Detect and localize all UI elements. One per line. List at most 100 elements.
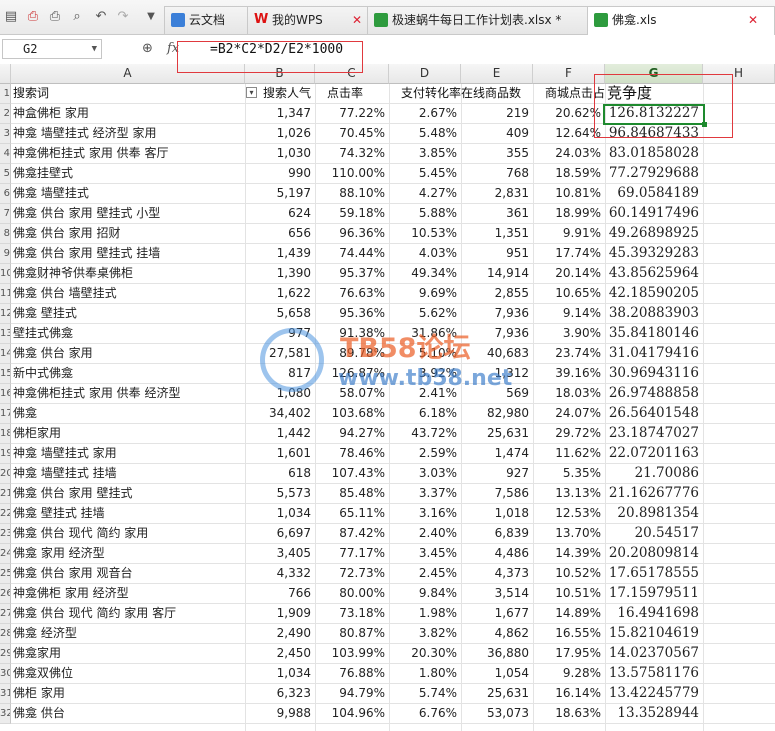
cell-search-popularity[interactable]: 618 (245, 464, 315, 483)
cell-online-products[interactable]: 36,880 (461, 644, 533, 663)
cell-online-products[interactable]: 768 (461, 164, 533, 183)
cell-search-term[interactable]: 神龛 墙壁挂式 挂墙 (13, 464, 245, 483)
cell-conversion-rate[interactable]: 1.80% (389, 664, 461, 683)
cell-competition[interactable]: 42.18590205 (605, 284, 703, 303)
row-header[interactable]: 13 (0, 324, 11, 344)
cell-search-popularity[interactable]: 1,026 (245, 124, 315, 143)
cell-search-popularity[interactable]: 5,658 (245, 304, 315, 323)
cell-search-popularity[interactable]: 817 (245, 364, 315, 383)
cell-mall-click-share[interactable]: 24.07% (533, 404, 605, 423)
cell-conversion-rate[interactable]: 3.92% (389, 364, 461, 383)
cell-online-products[interactable]: 4,373 (461, 564, 533, 583)
cell-search-term[interactable]: 佛龛 壁挂式 挂墙 (13, 504, 245, 523)
cell-search-popularity[interactable]: 1,601 (245, 444, 315, 463)
export-pdf-icon[interactable]: ⎙ (25, 9, 41, 25)
cell-search-term[interactable]: 佛龛挂壁式 (13, 164, 245, 183)
cell-competition[interactable]: 83.01858028 (605, 144, 703, 163)
cell-search-popularity[interactable]: 27,581 (245, 344, 315, 363)
cell-conversion-rate[interactable]: 4.03% (389, 244, 461, 263)
cell-search-popularity[interactable]: 1,347 (245, 104, 315, 123)
cell-mall-click-share[interactable]: 17.74% (533, 244, 605, 263)
cell-click-rate[interactable]: 77.17% (315, 544, 389, 563)
cell-conversion-rate[interactable]: 20.30% (389, 644, 461, 663)
filter-dropdown-icon[interactable]: ▾ (246, 87, 257, 98)
row-header[interactable]: 25 (0, 564, 11, 584)
cell-search-term[interactable]: 佛龛 供台 墙壁挂式 (13, 284, 245, 303)
cell-mall-click-share[interactable]: 5.35% (533, 464, 605, 483)
cell-mall-click-share[interactable]: 9.91% (533, 224, 605, 243)
cell-search-term[interactable]: 壁挂式佛龛 (13, 324, 245, 343)
row-header[interactable]: 16 (0, 384, 11, 404)
row-header[interactable]: 17 (0, 404, 11, 424)
cell-online-products[interactable]: 2,831 (461, 184, 533, 203)
cell-conversion-rate[interactable]: 5.45% (389, 164, 461, 183)
cell-search-popularity[interactable]: 9,988 (245, 704, 315, 723)
cell-search-term[interactable]: 佛龛财神爷供奉桌佛柜 (13, 264, 245, 283)
cell-competition[interactable]: 14.02370567 (605, 644, 703, 663)
cell-click-rate[interactable]: 70.45% (315, 124, 389, 143)
row-header[interactable]: 15 (0, 364, 11, 384)
name-box[interactable]: G2 ▼ (2, 39, 102, 59)
cell-conversion-rate[interactable]: 3.16% (389, 504, 461, 523)
cell-search-popularity[interactable]: 1,909 (245, 604, 315, 623)
cell-search-term[interactable]: 佛龛 供台 家用 壁挂式 小型 (13, 204, 245, 223)
cell-conversion-rate[interactable]: 3.37% (389, 484, 461, 503)
cell-competition[interactable]: 15.82104619 (605, 624, 703, 643)
cell-search-term[interactable]: 佛龛 供台 家用 壁挂式 (13, 484, 245, 503)
cell-online-products[interactable]: 14,914 (461, 264, 533, 283)
cell-conversion-rate[interactable]: 10.53% (389, 224, 461, 243)
cell-click-rate[interactable]: 78.46% (315, 444, 389, 463)
cell-conversion-rate[interactable]: 2.41% (389, 384, 461, 403)
cell-click-rate[interactable]: 110.00% (315, 164, 389, 183)
cell-search-term[interactable]: 神盒佛柜 家用 (13, 104, 245, 123)
cell-competition[interactable]: 69.0584189 (605, 184, 703, 203)
cell-click-rate[interactable]: 126.87% (315, 364, 389, 383)
cell-conversion-rate[interactable]: 3.03% (389, 464, 461, 483)
cell-search-popularity[interactable]: 1,030 (245, 144, 315, 163)
cell-mall-click-share[interactable]: 9.14% (533, 304, 605, 323)
column-header-d[interactable]: D (389, 64, 461, 84)
cell-online-products[interactable]: 4,862 (461, 624, 533, 643)
cell-conversion-rate[interactable]: 3.82% (389, 624, 461, 643)
cell-click-rate[interactable]: 104.96% (315, 704, 389, 723)
row-header[interactable]: 12 (0, 304, 11, 324)
cell-click-rate[interactable]: 73.18% (315, 604, 389, 623)
row-header[interactable]: 30 (0, 664, 11, 684)
cell-online-products[interactable]: 53,073 (461, 704, 533, 723)
cell-search-popularity[interactable]: 1,439 (245, 244, 315, 263)
cell-online-products[interactable]: 25,631 (461, 684, 533, 703)
cell-conversion-rate[interactable]: 2.45% (389, 564, 461, 583)
cell-conversion-rate[interactable]: 3.85% (389, 144, 461, 163)
cell-mall-click-share[interactable]: 18.03% (533, 384, 605, 403)
row-header[interactable]: 10 (0, 264, 11, 284)
cell-click-rate[interactable]: 107.43% (315, 464, 389, 483)
cell-competition[interactable]: 17.15979511 (605, 584, 703, 603)
cell-conversion-rate[interactable]: 6.76% (389, 704, 461, 723)
cell-search-popularity[interactable]: 5,197 (245, 184, 315, 203)
cell-competition[interactable]: 49.26898925 (605, 224, 703, 243)
cell-online-products[interactable]: 219 (461, 104, 533, 123)
row-header[interactable]: 18 (0, 424, 11, 444)
row-header[interactable]: 8 (0, 224, 11, 244)
cell-online-products[interactable]: 355 (461, 144, 533, 163)
cell-search-term[interactable]: 佛龛 供台 家用 壁挂式 挂墙 (13, 244, 245, 263)
cell-search-popularity[interactable]: 1,080 (245, 384, 315, 403)
cell-search-term[interactable]: 新中式佛龛 (13, 364, 245, 383)
cell-search-popularity[interactable]: 977 (245, 324, 315, 343)
cell-online-products[interactable]: 951 (461, 244, 533, 263)
row-header[interactable]: 32 (0, 704, 11, 724)
cell-conversion-rate[interactable]: 31.86% (389, 324, 461, 343)
cell-competition[interactable]: 23.18747027 (605, 424, 703, 443)
cell-click-rate[interactable]: 72.73% (315, 564, 389, 583)
close-tab-icon[interactable]: ✕ (352, 7, 362, 33)
row-header[interactable]: 3 (0, 124, 11, 144)
cell-conversion-rate[interactable]: 49.34% (389, 264, 461, 283)
row-header[interactable]: 19 (0, 444, 11, 464)
cell-search-popularity[interactable]: 34,402 (245, 404, 315, 423)
tab-fokan-xls[interactable]: 佛龛.xls ✕ (587, 6, 775, 35)
cell-search-popularity[interactable]: 656 (245, 224, 315, 243)
row-header[interactable]: 4 (0, 144, 11, 164)
cell-click-rate[interactable]: 58.07% (315, 384, 389, 403)
cell-search-popularity[interactable]: 6,323 (245, 684, 315, 703)
row-header[interactable]: 29 (0, 644, 11, 664)
